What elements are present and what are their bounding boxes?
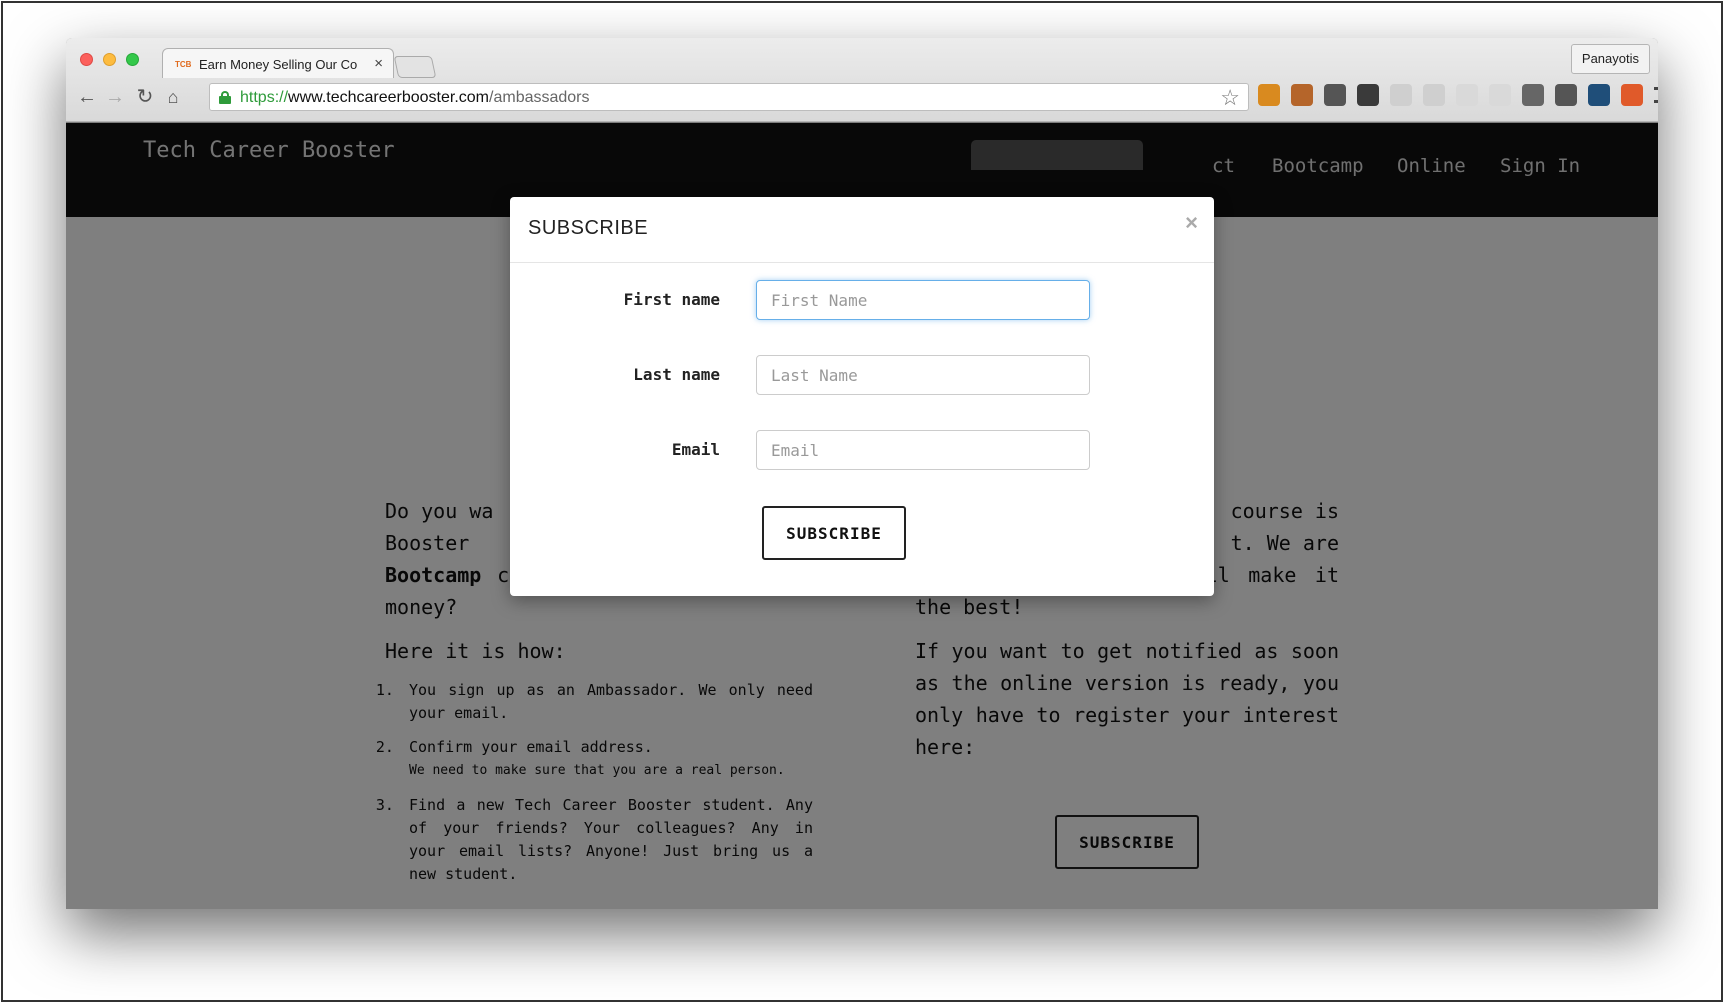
- ext-screenshot-icon[interactable]: [1555, 84, 1577, 106]
- address-bar[interactable]: https://www.techcareerbooster.com/ambass…: [209, 83, 1249, 111]
- ext-skype-icon[interactable]: [1423, 84, 1445, 106]
- url-text: https://www.techcareerbooster.com/ambass…: [240, 89, 590, 106]
- browser-tab[interactable]: TCB Earn Money Selling Our Co ×: [162, 48, 394, 78]
- ext-settings-icon[interactable]: [1522, 84, 1544, 106]
- reload-icon[interactable]: ↻: [132, 84, 158, 110]
- subscribe-modal: SUBSCRIBE × First name Last name Email S…: [510, 197, 1214, 596]
- profile-button[interactable]: Panayotis: [1570, 44, 1650, 74]
- tab-close-icon[interactable]: ×: [374, 55, 383, 72]
- modal-title: SUBSCRIBE: [528, 217, 649, 239]
- first-name-label: First name: [623, 290, 720, 309]
- maximize-window-button[interactable]: [126, 53, 139, 66]
- bookmark-star-icon[interactable]: ☆: [1220, 85, 1240, 111]
- ext-readability-icon[interactable]: [1489, 84, 1511, 106]
- web-page: Tech Career Booster ct Bootcamp Online S…: [66, 123, 1658, 909]
- forward-arrow-icon[interactable]: →: [102, 84, 128, 110]
- favicon-icon: TCB: [175, 60, 192, 69]
- modal-header: SUBSCRIBE ×: [510, 197, 1214, 263]
- ext-ghost-icon[interactable]: [1390, 84, 1412, 106]
- last-name-label: Last name: [633, 365, 720, 384]
- ext-lastpass-icon[interactable]: [1588, 84, 1610, 106]
- ext-eyedropper-icon[interactable]: [1324, 84, 1346, 106]
- menu-icon[interactable]: [1654, 87, 1658, 103]
- close-window-button[interactable]: [80, 53, 93, 66]
- home-icon[interactable]: ⌂: [160, 84, 186, 110]
- new-tab-button[interactable]: [393, 56, 437, 78]
- last-name-field[interactable]: [756, 355, 1090, 395]
- browser-window: TCB Earn Money Selling Our Co × Panayoti…: [66, 38, 1658, 909]
- browser-chrome: TCB Earn Money Selling Our Co × Panayoti…: [66, 38, 1658, 122]
- email-field[interactable]: [756, 430, 1090, 470]
- lock-icon: [219, 91, 231, 104]
- ext-bookmark-icon[interactable]: [1258, 84, 1280, 106]
- close-icon[interactable]: ×: [1185, 210, 1198, 236]
- back-arrow-icon[interactable]: ←: [74, 84, 100, 110]
- minimize-window-button[interactable]: [103, 53, 116, 66]
- ext-sync-icon[interactable]: [1456, 84, 1478, 106]
- ext-arc-icon[interactable]: [1621, 84, 1643, 106]
- ext-evernote-icon[interactable]: [1357, 84, 1379, 106]
- modal-subscribe-button[interactable]: SUBSCRIBE: [762, 506, 906, 560]
- ext-avatar-icon[interactable]: [1291, 84, 1313, 106]
- first-name-field[interactable]: [756, 280, 1090, 320]
- email-label: Email: [671, 440, 720, 459]
- tab-title: Earn Money Selling Our Co: [199, 57, 358, 72]
